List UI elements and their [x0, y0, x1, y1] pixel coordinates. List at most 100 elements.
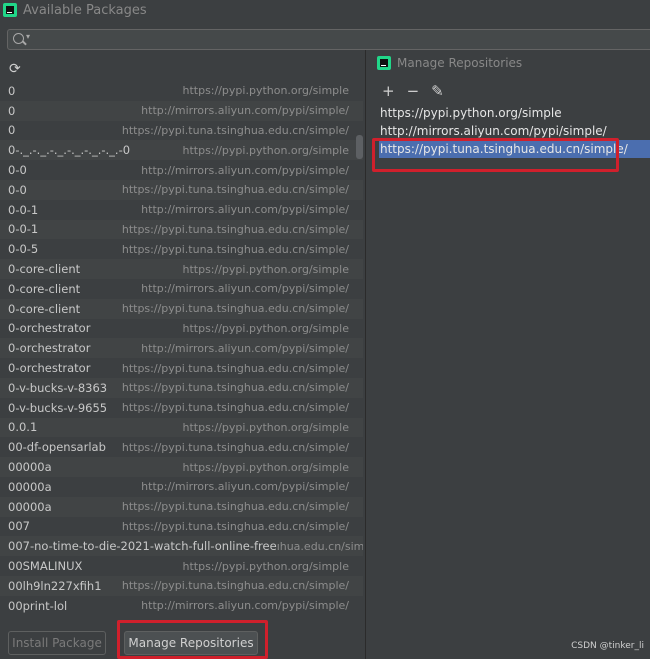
annotation-highlight-box — [372, 138, 619, 172]
package-repository: https://pypi.tuna.tsinghua.edu.cn/simple… — [121, 381, 349, 395]
pycharm-icon — [377, 56, 391, 70]
package-name: 0-0-5 — [8, 242, 39, 257]
package-name: 0.0.1 — [8, 420, 38, 435]
package-repository: https://pypi.tuna.tsinghua.edu.cn/simple… — [121, 242, 349, 256]
repository-item[interactable]: https://pypi.python.org/simple — [379, 104, 650, 122]
package-name: 00000a — [8, 479, 52, 494]
package-row[interactable]: 00000a http://mirrors.aliyun.com/pypi/sim… — [0, 476, 363, 497]
bottom-bar: Install Package Manage Repositories — [0, 618, 365, 659]
package-repository: https://pypi.tuna.tsinghua.edu.cn/simple… — [121, 361, 349, 375]
edit-icon[interactable]: ✎ — [431, 84, 444, 99]
search-input[interactable]: ▾ — [7, 29, 650, 50]
package-row[interactable]: 00print-lol http://mirrors.aliyun.com/pyp… — [0, 595, 363, 616]
package-row[interactable]: 00-df-opensarlab https://pypi.tuna.tsingh… — [0, 437, 363, 458]
package-row[interactable]: 0.0.1 https://pypi.python.org/simple — [0, 417, 363, 438]
repository-url: http://mirrors.aliyun.com/pypi/simple/ — [380, 124, 607, 138]
package-name: 0-._.-._.-._.-._.-._.-._.-0 — [8, 143, 131, 158]
package-name: 0-v-bucks-v-9655 — [8, 400, 108, 415]
package-row[interactable]: 0-0-5 https://pypi.tuna.tsinghua.edu.cn/s… — [0, 239, 363, 260]
package-row[interactable]: 0 https://pypi.tuna.tsinghua.edu.cn/simpl… — [0, 120, 363, 141]
package-repository: https://pypi.tuna.tsinghua.edu.cn/simple… — [121, 519, 349, 533]
package-row[interactable]: 0-0 http://mirrors.aliyun.com/pypi/simple… — [0, 160, 363, 180]
package-repository: https://pypi.tuna.tsinghua.edu.cn/simple… — [121, 302, 349, 316]
package-row[interactable]: 0-orchestrator https://pypi.python.org/si… — [0, 318, 363, 339]
package-name: 007-no-time-to-die-2021-watch-full-onlin… — [8, 539, 277, 554]
package-row[interactable]: 0-v-bucks-v-9655 https://pypi.tuna.tsingh… — [0, 397, 363, 418]
package-name: 0-0 — [8, 163, 27, 178]
package-list[interactable]: 0 https://pypi.python.org/simple 0 http://m… — [0, 81, 363, 659]
package-repository: http://mirrors.aliyun.com/pypi/simple/ — [141, 163, 349, 177]
package-repository: http://mirrors.aliyun.com/pypi/simple/ — [141, 480, 349, 494]
package-row[interactable]: 00000a https://pypi.python.org/simple — [0, 457, 363, 477]
package-name: 007 — [8, 519, 30, 534]
package-name: 0-0-1 — [8, 202, 39, 217]
package-row[interactable]: 0-._.-._.-._.-._.-._.-._.-0 https://pypi.… — [0, 140, 363, 161]
install-package-button[interactable]: Install Package — [8, 631, 106, 655]
package-repository: http://mirrors.aliyun.com/pypi/simple/ — [141, 282, 349, 296]
package-name: 0-0 — [8, 182, 27, 197]
package-name: 0-orchestrator — [8, 361, 91, 376]
package-row[interactable]: 0-core-client https://pypi.python.org/sim… — [0, 259, 363, 279]
package-repository: http://mirrors.aliyun.com/pypi/simple/ — [141, 341, 349, 355]
package-repository: https://pypi.python.org/simple — [182, 84, 350, 98]
package-name: 0-core-client — [8, 262, 81, 277]
search-icon[interactable] — [13, 33, 24, 44]
package-name: 00print-lol — [8, 598, 68, 613]
package-repository: http://mirrors.aliyun.com/pypi/simple/ — [141, 599, 349, 613]
package-row[interactable]: 00SMALINUX https://pypi.python.org/simple — [0, 556, 363, 576]
window-title: Available Packages — [23, 2, 147, 18]
package-row[interactable]: 0-0-1 https://pypi.tuna.tsinghua.edu.cn/s… — [0, 219, 363, 240]
package-row[interactable]: 0-0 https://pypi.tuna.tsinghua.edu.cn/sim… — [0, 179, 363, 200]
remove-icon[interactable]: − — [407, 84, 420, 99]
package-name: 00000a — [8, 460, 52, 475]
package-name: 0-core-client — [8, 301, 81, 316]
package-row[interactable]: 007-no-time-to-die-2021-watch-full-onlin… — [0, 536, 363, 557]
package-repository: https://pypi.tuna.tsinghua.edu.cn/simple… — [121, 222, 349, 236]
package-repository: https://pypi.python.org/simple — [182, 321, 350, 335]
package-row[interactable]: 0-v-bucks-v-8363 https://pypi.tuna.tsingh… — [0, 377, 363, 398]
package-row[interactable]: 0 http://mirrors.aliyun.com/pypi/simple/ — [0, 100, 363, 121]
package-name: 00-df-opensarlab — [8, 440, 106, 455]
package-row[interactable]: 0-orchestrator https://pypi.tuna.tsinghua… — [0, 358, 363, 378]
manage-repositories-dialog: Manage Repositories + − ✎ https://pypi.p… — [365, 50, 650, 659]
pycharm-icon — [3, 3, 17, 17]
package-row[interactable]: 00lh9ln227xfih1 https://pypi.tuna.tsinghu… — [0, 575, 363, 596]
package-name: 0-v-bucks-v-8363 — [8, 380, 108, 395]
package-repository: https://pypi.python.org/simple — [182, 420, 350, 434]
package-repository: https://pypi.python.org/simple — [182, 460, 350, 474]
package-name: 0-orchestrator — [8, 321, 91, 336]
refresh-icon[interactable]: ⟳ — [9, 62, 21, 76]
dialog-title: Manage Repositories — [397, 56, 523, 70]
chevron-down-icon[interactable]: ▾ — [26, 32, 30, 41]
package-row[interactable]: 0 https://pypi.python.org/simple — [0, 81, 363, 101]
dialog-title-bar: Manage Repositories — [374, 53, 522, 73]
package-name: 0 — [8, 103, 16, 118]
package-repository: https://pypi.python.org/simple — [182, 262, 350, 276]
package-row[interactable]: 007 https://pypi.tuna.tsinghua.edu.cn/sim… — [0, 516, 363, 537]
add-icon[interactable]: + — [382, 84, 395, 99]
package-row[interactable]: 0-0-1 http://mirrors.aliyun.com/pypi/simp… — [0, 199, 363, 220]
annotation-highlight-box — [117, 620, 268, 659]
package-name: 0-core-client — [8, 281, 81, 296]
package-name: 00000a — [8, 499, 52, 514]
package-repository: https://pypi.tuna.tsinghua.edu.cn/simple… — [121, 440, 349, 454]
package-repository: https://pypi.python.org/simple — [182, 143, 350, 157]
title-bar: Available Packages — [0, 0, 650, 20]
package-row[interactable]: 0-orchestrator http://mirrors.aliyun.com/… — [0, 338, 363, 359]
package-repository: https://pypi.tuna.tsinghua.edu.cn/simple… — [121, 183, 349, 197]
repository-url: https://pypi.python.org/simple — [380, 106, 562, 120]
package-row[interactable]: 00000a https://pypi.tuna.tsinghua.edu.cn/… — [0, 496, 363, 517]
scrollbar[interactable] — [356, 135, 363, 159]
package-name: 00lh9ln227xfih1 — [8, 578, 102, 593]
package-repository: https://pypi.tuna.tsinghua.edu.cn/simple… — [121, 401, 349, 415]
package-row[interactable]: 0-core-client https://pypi.tuna.tsinghua.… — [0, 298, 363, 319]
package-name: 0-orchestrator — [8, 341, 91, 356]
package-repository: ıhua.edu.cn/simple/ — [276, 539, 363, 553]
package-repository: https://pypi.tuna.tsinghua.edu.cn/simple… — [121, 123, 349, 137]
package-name: 0-0-1 — [8, 222, 39, 237]
package-list-panel: ⟳ 0 https://pypi.python.org/simple 0 http:/… — [0, 55, 365, 659]
watermark: CSDN @tinker_li — [571, 641, 644, 651]
package-row[interactable]: 0-core-client http://mirrors.aliyun.com/p… — [0, 278, 363, 299]
package-repository: http://mirrors.aliyun.com/pypi/simple/ — [141, 104, 349, 118]
package-repository: https://pypi.tuna.tsinghua.edu.cn/simple… — [121, 500, 349, 514]
